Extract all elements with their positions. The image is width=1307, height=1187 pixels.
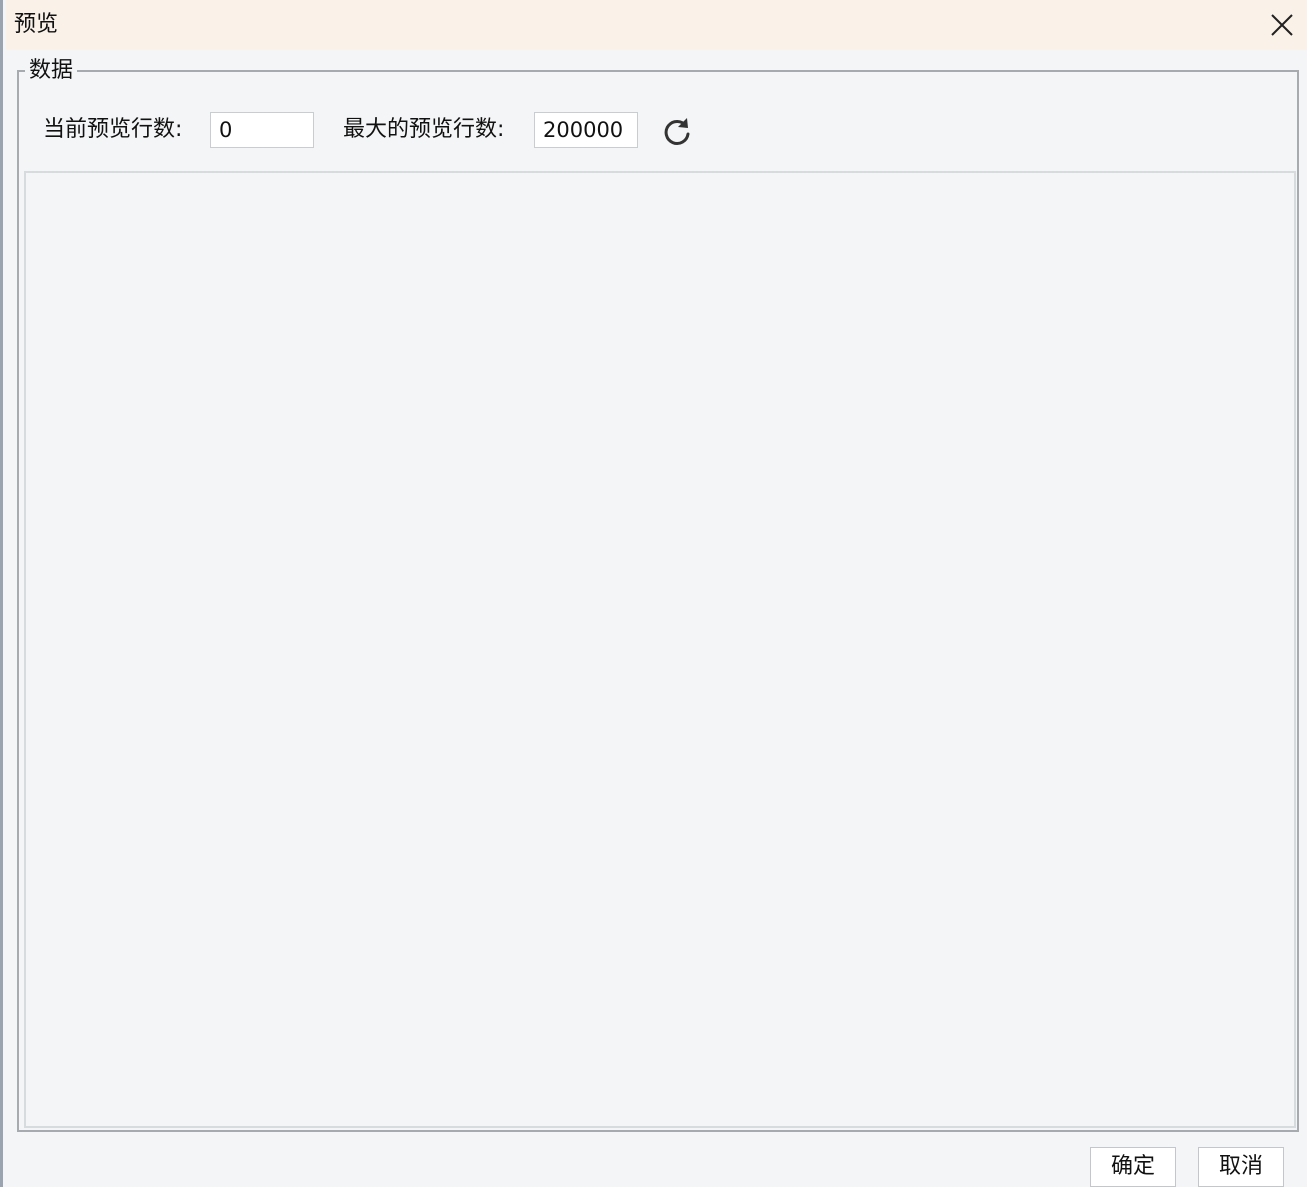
title-bar[interactable]: 预览 (6, 0, 1307, 50)
group-legend: 数据 (25, 56, 78, 86)
refresh-button[interactable] (660, 115, 694, 149)
max-rows-field[interactable] (534, 112, 638, 148)
close-button[interactable] (1252, 0, 1307, 50)
ok-button[interactable]: 确定 (1090, 1147, 1176, 1187)
current-rows-label: 当前预览行数: (43, 117, 183, 142)
close-icon (1271, 14, 1293, 36)
cancel-button[interactable]: 取消 (1198, 1147, 1284, 1187)
window-title: 预览 (14, 12, 59, 37)
preview-dialog: 预览 数据 当前预览行数: 最大的预览行数: 确定 取消 (0, 0, 1307, 1187)
current-rows-field[interactable] (210, 112, 314, 148)
refresh-icon (664, 118, 690, 145)
max-rows-label: 最大的预览行数: (343, 117, 505, 142)
data-group: 数据 当前预览行数: 最大的预览行数: (17, 56, 1299, 1132)
preview-table[interactable] (24, 171, 1296, 1128)
